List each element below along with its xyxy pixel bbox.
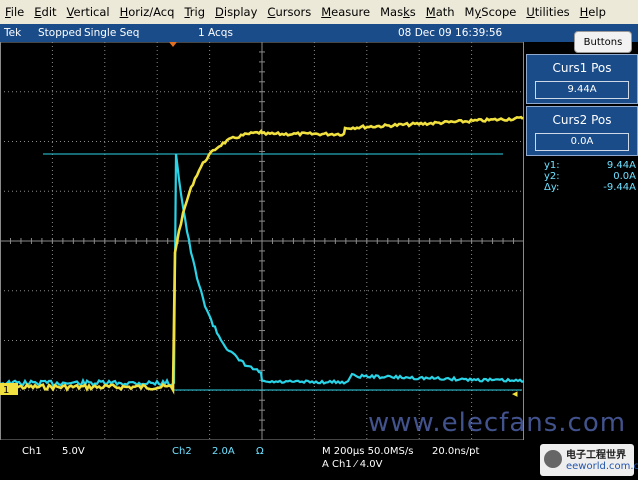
acq-mode: Single Seq xyxy=(84,27,140,39)
menu-bar: File Edit Vertical Horiz/Acq Trig Display Curs… xyxy=(0,0,638,24)
menu-item-help[interactable]: Help xyxy=(575,5,611,19)
ch1-label[interactable]: Ch1 xyxy=(22,446,42,457)
menu-item-horizacq[interactable]: Horiz/Acq xyxy=(115,5,180,19)
acq-count: 1 Acqs xyxy=(198,27,233,39)
y1-label: y1: xyxy=(544,160,560,171)
acq-state: Stopped xyxy=(38,27,82,39)
menu-item-math[interactable]: Math xyxy=(421,5,460,19)
ch2-scale[interactable]: 2.0A xyxy=(212,446,235,457)
menu-item-measure[interactable]: Measure xyxy=(316,5,375,19)
dy-value: -9.44A xyxy=(603,182,636,193)
menu-item-utilities[interactable]: Utilities xyxy=(521,5,574,19)
trigger-level-icon: ◂ xyxy=(512,387,518,400)
dy-label: Δy: xyxy=(544,182,560,193)
timebase-readout[interactable]: M 200µs 50.0MS/s xyxy=(322,446,413,457)
y2-label: y2: xyxy=(544,171,560,182)
logo-mark-icon xyxy=(544,450,562,468)
graticule: 1 xyxy=(0,42,524,440)
curs2-card[interactable]: Curs2 Pos 0.0A xyxy=(526,106,638,156)
logo-text-cn: 电子工程世界 xyxy=(566,450,626,461)
menu-item-masks[interactable]: Masks xyxy=(375,5,421,19)
curs1-card[interactable]: Curs1 Pos 9.44A xyxy=(526,54,638,104)
y2-value: 0.0A xyxy=(613,171,636,182)
cursor-panel: Curs1 Pos 9.44A Curs2 Pos 0.0A y1: 9.44A … xyxy=(524,54,638,440)
buttons-button[interactable]: Buttons xyxy=(574,31,632,53)
ch2-unit: Ω xyxy=(256,446,264,457)
menu-item-myscope[interactable]: MyScope xyxy=(460,5,522,19)
date-time: 08 Dec 09 16:39:56 xyxy=(398,27,503,39)
waveform-display: 1 ◂ xyxy=(0,42,524,440)
ch2-label[interactable]: Ch2 xyxy=(172,446,192,457)
cursor-readout: y1: 9.44A y2: 0.0A Δy: -9.44A xyxy=(544,160,636,193)
menu-item-display[interactable]: Display xyxy=(210,5,262,19)
eeworld-logo: 电子工程世界 eeworld.com.cn xyxy=(540,444,638,476)
ch1-scale[interactable]: 5.0V xyxy=(62,446,85,457)
curs2-value[interactable]: 0.0A xyxy=(535,133,629,151)
curs1-title: Curs1 Pos xyxy=(552,61,612,75)
brand-label: Tek xyxy=(4,27,22,39)
logo-text-en: eeworld.com.cn xyxy=(566,461,638,472)
trigger-readout[interactable]: A Ch1 ⁄ 4.0V xyxy=(322,459,382,470)
status-bar: Tek Stopped Single Seq 1 Acqs 08 Dec 09 … xyxy=(0,24,638,42)
curs2-title: Curs2 Pos xyxy=(552,113,612,127)
resolution-readout: 20.0ns/pt xyxy=(432,446,480,457)
menu-item-vertical[interactable]: Vertical xyxy=(62,5,115,19)
ch1-marker-label: 1 xyxy=(3,385,9,396)
curs1-value[interactable]: 9.44A xyxy=(535,81,629,99)
watermark: www.elecfans.com xyxy=(368,408,627,438)
menu-item-file[interactable]: File xyxy=(0,5,29,19)
menu-item-cursors[interactable]: Cursors xyxy=(262,5,316,19)
y1-value: 9.44A xyxy=(606,160,636,171)
menu-item-trig[interactable]: Trig xyxy=(179,5,210,19)
menu-item-edit[interactable]: Edit xyxy=(29,5,61,19)
